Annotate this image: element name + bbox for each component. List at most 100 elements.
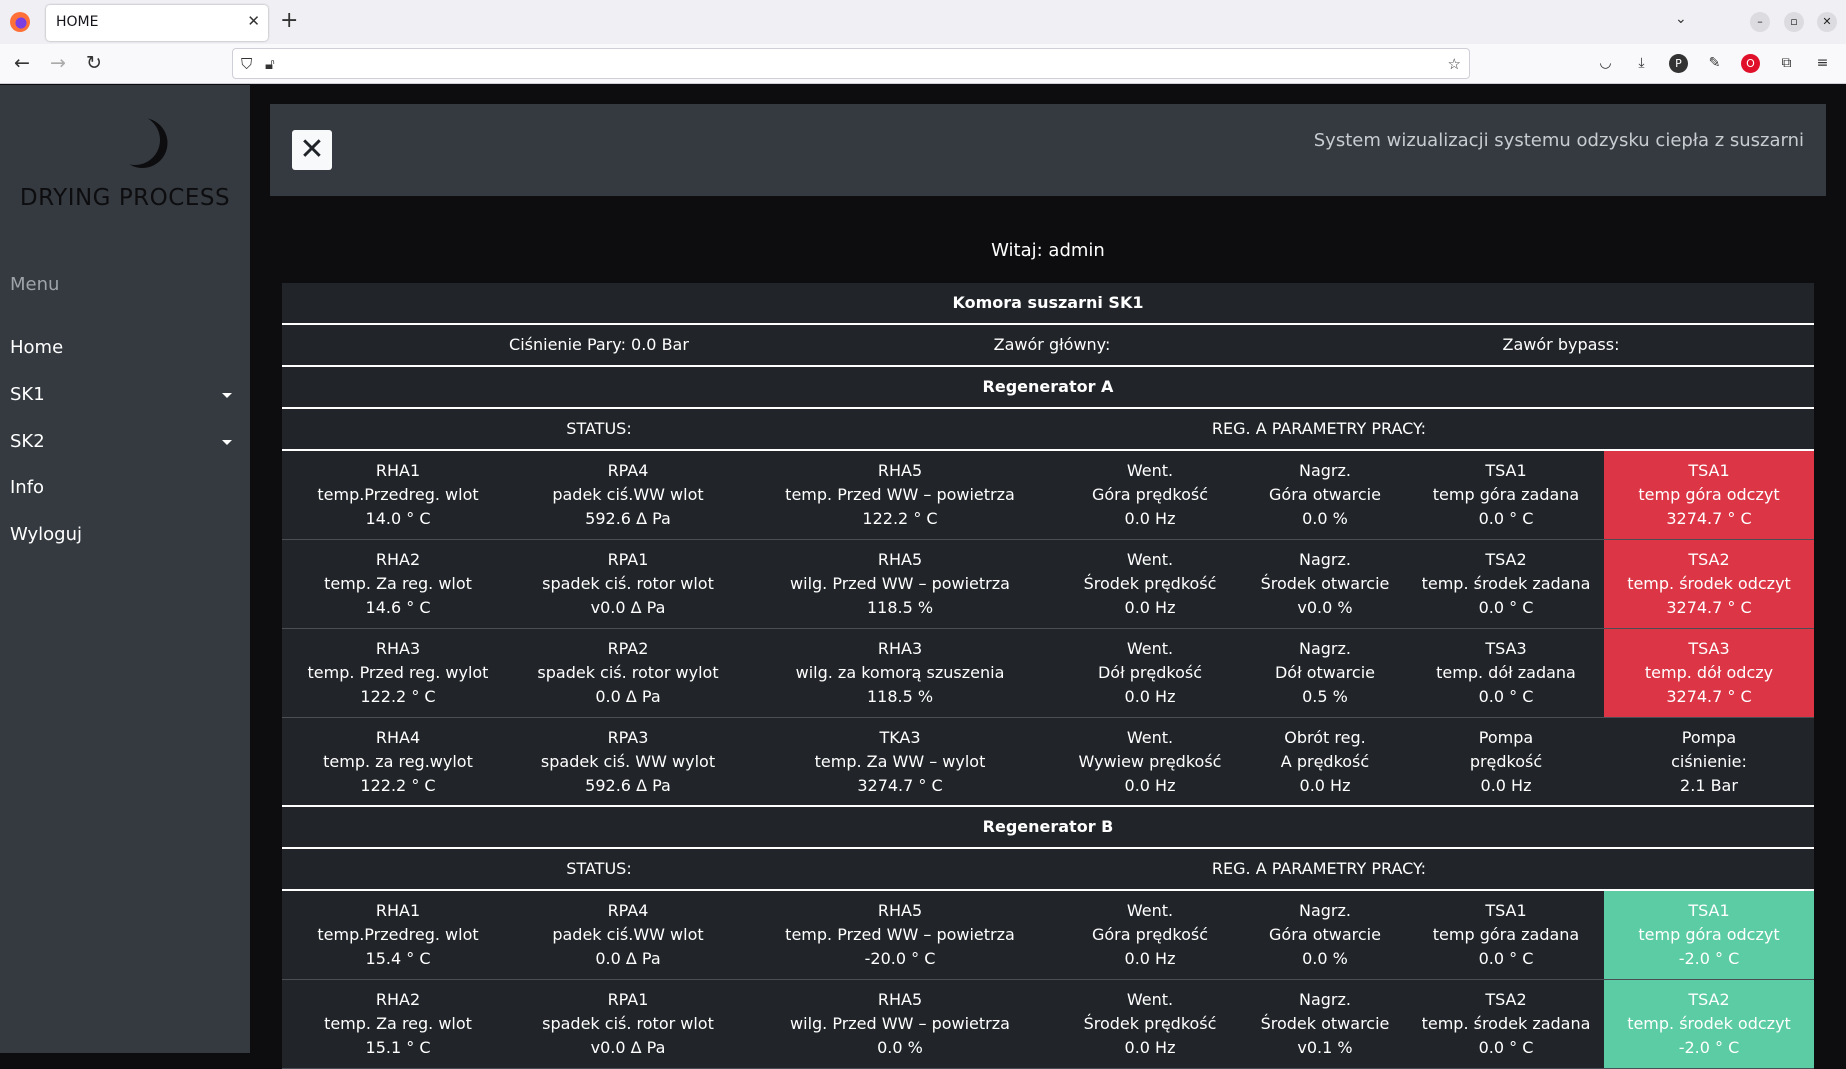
sensor-code: TSA2 — [1485, 550, 1527, 569]
sensor-code: Went. — [1126, 461, 1174, 480]
sensor-value: 3274.7 ° C — [1666, 509, 1752, 528]
sensor-description: temp. środek odczyt — [1627, 574, 1791, 593]
sensor-description: Góra otwarcie — [1269, 925, 1381, 944]
eyedropper-icon[interactable]: ✎ — [1705, 54, 1724, 73]
shield-icon[interactable]: ⛉ — [241, 55, 252, 73]
sensor-value: 122.2 ° C — [360, 687, 436, 706]
sidebar-item-sk2[interactable]: SK2 — [10, 427, 240, 457]
back-arrow-icon[interactable]: ← — [14, 52, 30, 74]
tab-list-chevron-icon[interactable]: ⌄ — [1675, 11, 1687, 27]
sensor-cell: RPA4 padek ciś.WW wlot 0.0 Δ Pa — [514, 891, 742, 979]
sensor-code: TSA1 — [1485, 901, 1527, 920]
new-tab-icon[interactable]: + — [280, 9, 298, 33]
extension-p-icon[interactable]: P — [1669, 54, 1688, 73]
sensor-cell: RHA5 wilg. Przed WW – powietrza 0.0 % — [742, 980, 1058, 1068]
sensor-value: 118.5 % — [866, 598, 934, 617]
sensor-code: RHA3 — [375, 639, 421, 658]
sensor-code: RHA1 — [375, 901, 421, 920]
sensor-value: 0.0 ° C — [1478, 598, 1534, 617]
sensor-cell: RHA1 temp.Przedreg. wlot 14.0 ° C — [282, 451, 514, 539]
sensor-description: temp góra odczyt — [1638, 925, 1780, 944]
sensor-code: RHA3 — [877, 639, 923, 658]
sensor-description: temp góra odczyt — [1638, 485, 1780, 504]
sensor-description: spadek ciś. rotor wlot — [542, 574, 714, 593]
sensor-cell: Went. Środek prędkość 0.0 Hz — [1058, 540, 1242, 628]
sidebar-item-info[interactable]: Info — [10, 473, 240, 503]
sensor-code: RPA3 — [607, 728, 649, 747]
sidebar-item-label: SK2 — [10, 431, 45, 452]
sensor-code: Went. — [1126, 990, 1174, 1009]
sensor-code: RPA4 — [607, 901, 649, 920]
top-bar: ✕ System wizualizacji systemu odzysku ci… — [270, 104, 1826, 196]
sensor-description: temp. Przed WW – powietrza — [785, 925, 1015, 944]
sensor-description: spadek ciś. rotor wylot — [537, 663, 719, 682]
regenerator-title: Regenerator B — [282, 807, 1814, 849]
close-sidebar-button[interactable]: ✕ — [292, 130, 332, 170]
sensor-description: Góra prędkość — [1091, 485, 1208, 504]
system-title: System wizualizacji systemu odzysku ciep… — [1313, 130, 1804, 151]
sensor-cell: Went. Wywiew prędkość 0.0 Hz — [1058, 718, 1242, 806]
close-window-icon[interactable]: ✕ — [1817, 12, 1837, 32]
sensor-cell: RHA3 wilg. za komorą szuszenia 118.5 % — [742, 629, 1058, 717]
logo[interactable]: DRYING PROCESS — [0, 85, 250, 235]
sensor-code: RPA4 — [607, 461, 649, 480]
table-row: RHA1 temp.Przedreg. wlot 14.0 ° C RPA4 padek… — [282, 451, 1814, 540]
browser-tab[interactable]: HOME ✕ — [46, 5, 268, 41]
params-label: REG. A PARAMETRY PRACY: — [1211, 859, 1427, 878]
sensor-code: Nagrz. — [1299, 461, 1351, 480]
sensor-value: 0.0 % — [1302, 509, 1348, 528]
download-icon[interactable]: ⤓ — [1632, 54, 1651, 73]
sensor-code: RHA2 — [375, 550, 421, 569]
sensor-cell: TSA3 temp. dół odczy 3274.7 ° C — [1604, 629, 1814, 717]
sensor-value: 118.5 % — [866, 687, 934, 706]
sensor-cell: RHA5 temp. Przed WW – powietrza -20.0 ° C — [742, 891, 1058, 979]
hamburger-menu-icon[interactable]: ≡ — [1813, 54, 1832, 73]
sidebar-item-wyloguj[interactable]: Wyloguj — [10, 520, 240, 550]
sensor-value: 14.6 ° C — [365, 598, 431, 617]
sensor-description: temp. Za reg. wlot — [324, 574, 472, 593]
sensor-cell: Went. Środek prędkość 0.0 Hz — [1058, 980, 1242, 1068]
forward-arrow-icon[interactable]: → — [50, 52, 66, 74]
tab-close-icon[interactable]: ✕ — [247, 12, 260, 30]
sensor-value: -2.0 ° C — [1678, 949, 1740, 968]
sensor-value: v0.0 Δ Pa — [590, 1038, 666, 1057]
sensor-code: RPA1 — [607, 550, 649, 569]
sensor-description: temp. Za reg. wlot — [324, 1014, 472, 1033]
sensor-cell: Nagrz. Środek otwarcie v0.0 % — [1242, 540, 1408, 628]
sensor-cell: RPA1 spadek ciś. rotor wlot v0.0 Δ Pa — [514, 540, 742, 628]
status-label: STATUS: — [566, 419, 632, 438]
sensor-description: temp góra zadana — [1432, 925, 1580, 944]
sensor-code: Nagrz. — [1299, 550, 1351, 569]
bookmark-star-icon[interactable]: ☆ — [1448, 55, 1461, 73]
sidebar-item-label: Home — [10, 337, 64, 358]
sensor-code: RHA5 — [877, 550, 923, 569]
sensor-description: Góra otwarcie — [1269, 485, 1381, 504]
sensor-value: 0.0 Δ Pa — [595, 687, 661, 706]
sensor-cell: Nagrz. Góra otwarcie 0.0 % — [1242, 451, 1408, 539]
steam-pressure: Ciśnienie Pary: 0.0 Bar — [509, 335, 689, 354]
sensor-value: 0.0 Hz — [1124, 509, 1176, 528]
sidebar-item-sk1[interactable]: SK1 — [10, 380, 240, 410]
sensor-cell: Went. Góra prędkość 0.0 Hz — [1058, 891, 1242, 979]
browser-navbar: ← → ↻ ⛉ 🔓︎ ☆ ◡ ⤓ P ✎ O ⧉ ≡ — [0, 44, 1846, 84]
sidebar-item-home[interactable]: Home — [10, 333, 240, 363]
reload-icon[interactable]: ↻ — [86, 52, 102, 74]
sensor-code: RHA5 — [877, 901, 923, 920]
opera-extension-icon[interactable]: O — [1741, 54, 1760, 73]
sensor-code: Obrót reg. — [1284, 728, 1366, 747]
caret-down-icon — [222, 440, 232, 445]
sensor-cell: RPA2 spadek ciś. rotor wylot 0.0 Δ Pa — [514, 629, 742, 717]
url-bar[interactable]: ⛉ 🔓︎ ☆ — [232, 48, 1470, 79]
tab-title: HOME — [56, 14, 99, 30]
sensor-description: temp. za reg.wylot — [323, 752, 473, 771]
sensor-description: wilg. za komorą szuszenia — [795, 663, 1005, 682]
sensor-cell: TSA2 temp. środek odczyt 3274.7 ° C — [1604, 540, 1814, 628]
minimize-window-icon[interactable]: – — [1750, 12, 1770, 32]
extensions-puzzle-icon[interactable]: ⧉ — [1777, 54, 1796, 73]
sensor-value: 0.0 ° C — [1478, 949, 1534, 968]
sensor-code: RPA2 — [607, 639, 649, 658]
maximize-window-icon[interactable]: ▫ — [1784, 12, 1804, 32]
pocket-icon[interactable]: ◡ — [1596, 54, 1615, 73]
lock-icon[interactable]: 🔓︎ — [265, 55, 275, 73]
sensor-cell: TSA1 temp góra odczyt -2.0 ° C — [1604, 891, 1814, 979]
